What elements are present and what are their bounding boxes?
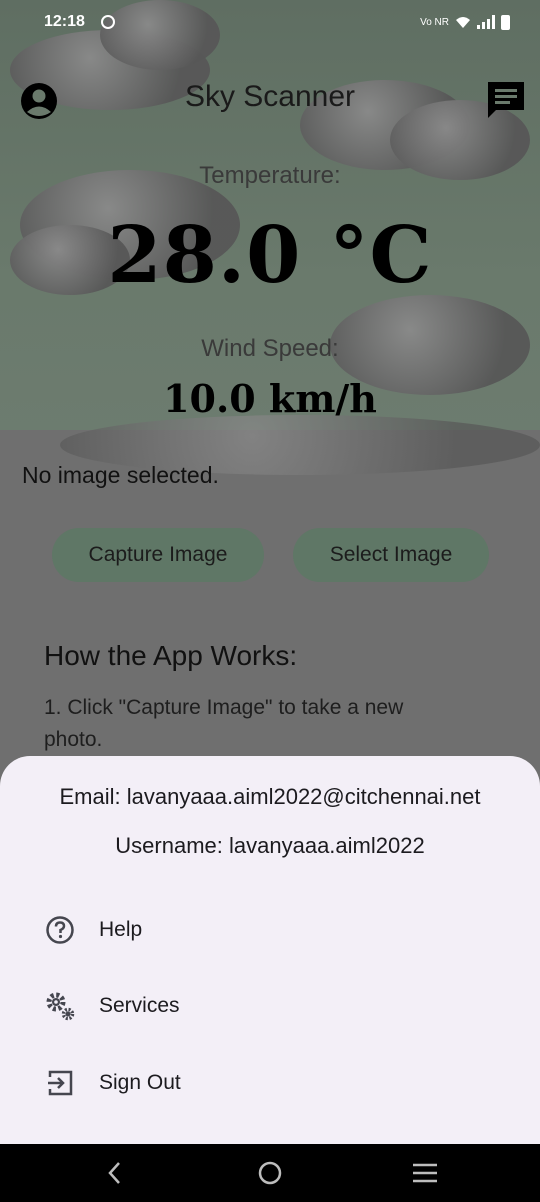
menu-item-help[interactable]: Help	[0, 898, 540, 962]
battery-icon	[501, 14, 510, 30]
wifi-icon	[456, 17, 470, 28]
select-image-button[interactable]: Select Image	[293, 528, 489, 582]
sync-icon	[100, 15, 115, 29]
home-icon[interactable]	[255, 1158, 285, 1188]
chat-icon[interactable]	[486, 80, 526, 120]
menu-item-label: Help	[99, 918, 143, 941]
sign-out-icon	[44, 1067, 76, 1099]
gears-icon	[44, 990, 76, 1022]
account-bottom-sheet: Email: lavanyaaa.aiml2022@citchennai.net…	[0, 756, 540, 1144]
wind-speed-label: Wind Speed:	[201, 335, 339, 362]
menu-item-label: Services	[99, 994, 180, 1017]
how-it-works-step: 1. Click "Capture Image" to take a new p…	[44, 696, 404, 751]
image-status-text: No image selected.	[22, 462, 219, 488]
temperature-label: Temperature:	[199, 162, 341, 189]
capture-image-button[interactable]: Capture Image	[52, 528, 264, 582]
menu-item-sign-out[interactable]: Sign Out	[0, 1051, 540, 1115]
app-bar: Sky Scanner	[0, 70, 540, 130]
user-email: Email: lavanyaaa.aiml2022@citchennai.net	[59, 784, 481, 809]
status-time: 12:18	[44, 13, 85, 30]
signal-icon	[477, 15, 495, 29]
how-it-works-title: How the App Works:	[44, 640, 298, 671]
temperature-value: 28.0 °C	[107, 210, 433, 301]
network-label: Vo NR	[420, 16, 449, 28]
wind-speed-value: 10.0 km/h	[163, 376, 377, 421]
user-username: Username: lavanyaaa.aiml2022	[115, 833, 425, 858]
help-circle-icon	[44, 914, 76, 946]
recents-icon[interactable]	[410, 1158, 440, 1188]
menu-item-label: Sign Out	[99, 1071, 181, 1094]
menu-item-services[interactable]: Services	[0, 974, 540, 1038]
status-bar: 12:18 Vo NR	[0, 0, 540, 44]
system-navigation-bar	[0, 1144, 540, 1202]
status-icons: Vo NR	[420, 14, 510, 30]
app-title: Sky Scanner	[184, 80, 356, 113]
back-icon[interactable]	[100, 1158, 130, 1188]
